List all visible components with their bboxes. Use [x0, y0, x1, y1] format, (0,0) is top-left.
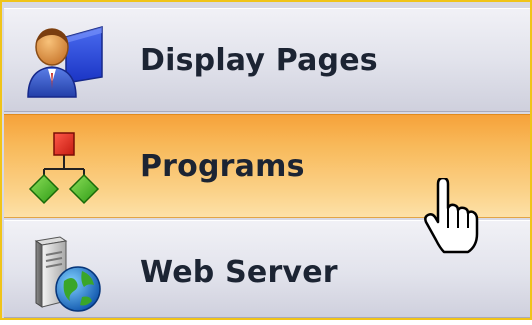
hand-pointer-cursor-icon: [422, 176, 482, 256]
nav-item-label: Programs: [140, 149, 305, 184]
user-display-icon: [22, 23, 106, 103]
nav-item-display-pages[interactable]: Display Pages: [4, 8, 530, 112]
navigation-panel: Display Pages Programs Web Server: [0, 0, 532, 320]
nav-item-label: Web Server: [140, 255, 338, 290]
nav-item-label: Display Pages: [140, 43, 378, 78]
nav-list: Display Pages Programs Web Server: [4, 4, 530, 318]
program-tree-icon: [22, 129, 106, 209]
web-server-icon: [22, 235, 106, 315]
